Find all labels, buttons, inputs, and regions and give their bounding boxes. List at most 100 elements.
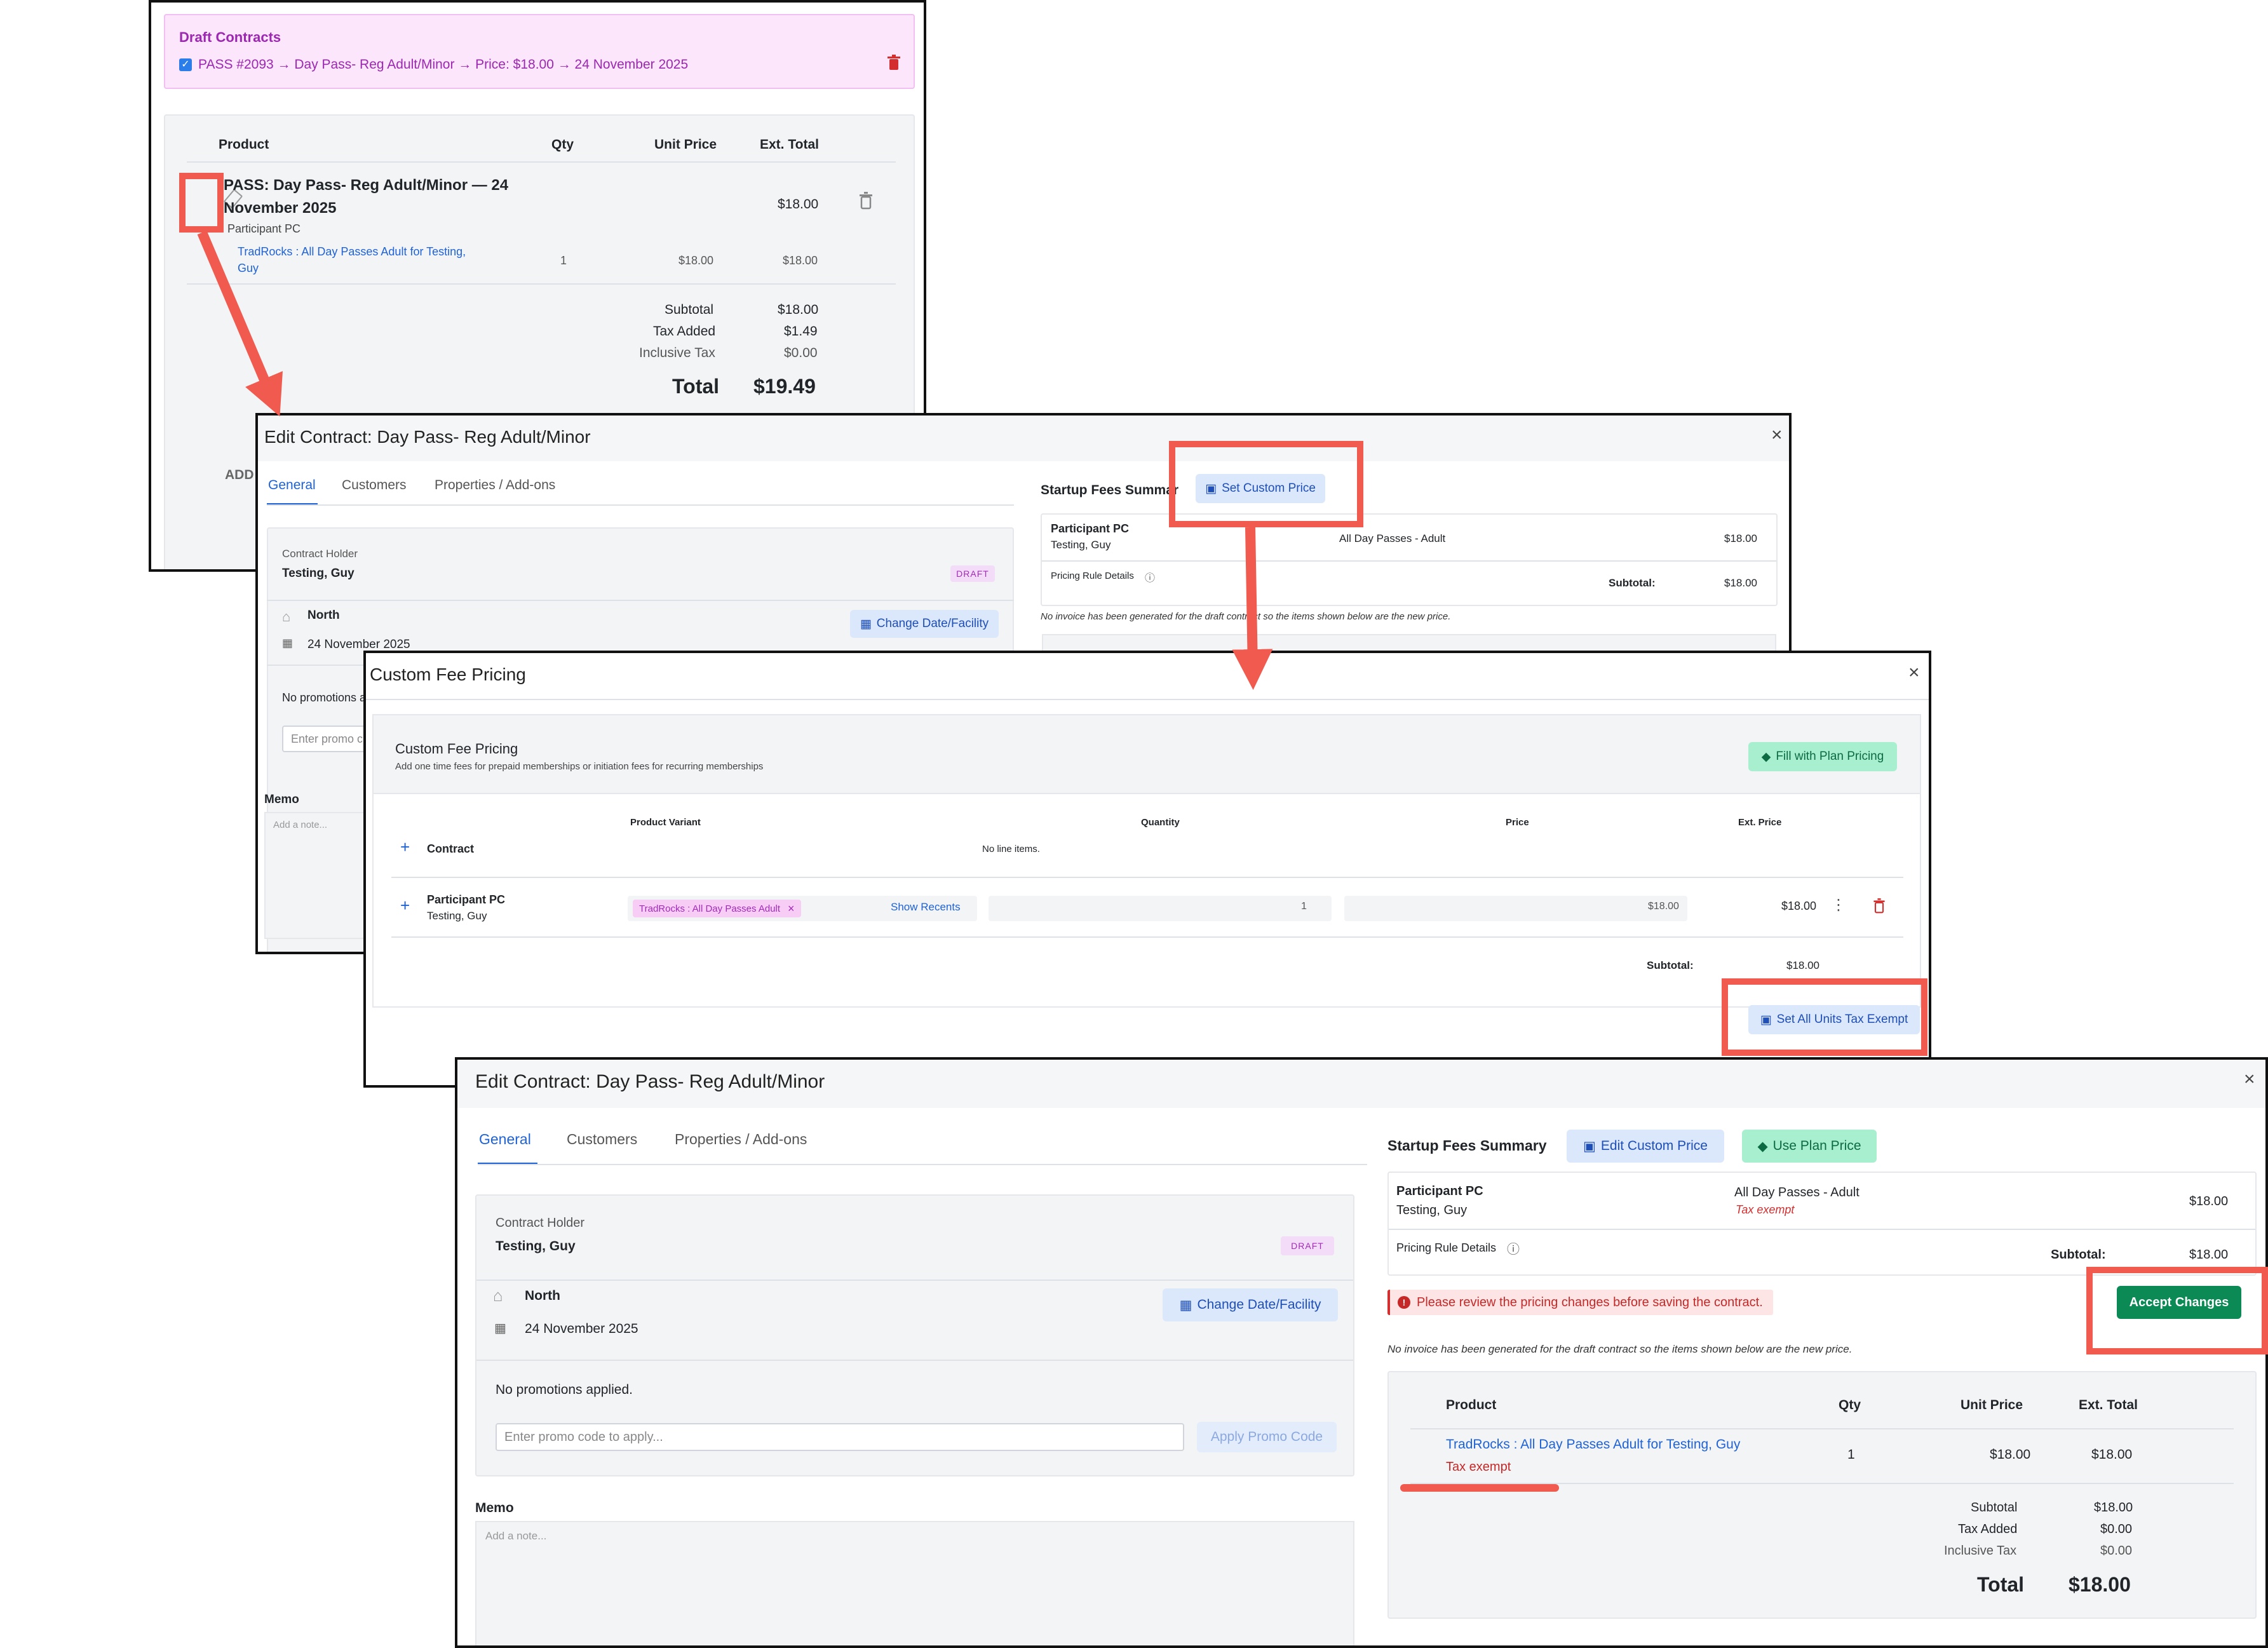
col-qty: Qty [551,137,574,152]
promo-code-input[interactable]: Enter promo code to apply... [496,1423,1184,1451]
quantity-input[interactable] [989,896,1332,921]
calendar-icon: ▦ [282,637,294,649]
line-item-link[interactable]: TradRocks : All Day Passes Adult for Tes… [238,245,466,259]
participant-label: Participant PC [1396,1184,1483,1198]
highlight-set-custom-price [1169,441,1363,527]
home-icon: ⌂ [493,1286,503,1305]
pass-amount: $18.00 [2189,1194,2229,1208]
subtotal-value: $18.00 [778,302,819,317]
custom-fee-title: Custom Fee Pricing [395,741,518,757]
subtotal-value: $18.00 [2189,1248,2229,1262]
participant-name: Testing, Guy [427,910,487,922]
draft-checkbox[interactable]: ✓ [179,58,192,71]
col-ext-total: Ext. Total [760,137,819,152]
quantity-value: 1 [1301,901,1307,912]
fill-with-plan-pricing-button[interactable]: ◆ Fill with Plan Pricing [1748,742,1897,771]
highlight-accept-changes [2086,1267,2268,1354]
line-tax-exempt: Tax exempt [1446,1460,1511,1474]
cube-icon: ◆ [1757,1138,1768,1154]
trash-icon[interactable] [1873,898,1886,917]
col-ext-total: Ext. Total [2079,1398,2138,1412]
line-item-link[interactable]: TradRocks : All Day Passes Adult for Tes… [1446,1437,1740,1452]
draft-contract-item[interactable]: PASS #2093 → Day Pass- Reg Adult/Minor →… [198,57,688,72]
contract-holder-name: Testing, Guy [496,1239,576,1253]
trash-icon[interactable] [859,192,873,214]
pricing-rule-details[interactable]: Pricing Rule Details [1051,571,1134,581]
subtotal-value: $18.00 [1724,577,1757,589]
price-value: $18.00 [1648,901,1679,912]
custom-fee-header [372,714,1921,794]
add-label[interactable]: ADD [225,468,254,483]
plus-icon[interactable]: + [400,837,410,857]
inclusive-tax-value: $0.00 [784,346,818,360]
col-ext-price: Ext. Price [1738,817,1782,828]
apply-promo-code-button[interactable]: Apply Promo Code [1197,1422,1337,1452]
memo-label: Memo [475,1501,514,1515]
subtotal-value: $18.00 [2094,1501,2133,1515]
alert-circle-icon: ! [1398,1296,1410,1309]
line-item-link-2[interactable]: Guy [238,262,259,275]
show-recents-link[interactable]: Show Recents [891,901,961,914]
participant-label: Participant PC [427,893,506,906]
draft-contracts-title: Draft Contracts [179,29,281,45]
memo-label: Memo [264,793,299,806]
tax-added-value: $1.49 [784,324,818,339]
tab-customers[interactable]: Customers [567,1131,637,1148]
total-value: $18.00 [2069,1573,2131,1596]
tab-customers[interactable]: Customers [342,478,407,493]
close-icon[interactable]: × [1771,424,1783,446]
tab-properties[interactable]: Properties / Add-ons [675,1131,807,1148]
close-icon[interactable]: × [1908,662,1920,684]
edit-custom-price-button[interactable]: ▣ Edit Custom Price [1567,1130,1724,1163]
kebab-menu-icon[interactable]: ⋮ [1831,896,1846,914]
status-badge: DRAFT [1281,1236,1334,1255]
modal-title: Custom Fee Pricing [370,665,526,684]
ext-price-value: $18.00 [1781,900,1817,912]
memo-textarea[interactable] [475,1521,1354,1645]
no-line-items: No line items. [982,844,1040,854]
subtotal-label: Subtotal [1971,1501,2018,1515]
price-input[interactable] [1344,896,1687,921]
memo-placeholder: Add a note... [485,1530,547,1542]
contract-date: 24 November 2025 [525,1321,638,1336]
change-date-facility-button[interactable]: ▦ Change Date/Facility [1163,1288,1338,1321]
col-product: Product [219,137,269,152]
close-icon[interactable]: × [2244,1069,2255,1090]
tax-added-value: $0.00 [2100,1522,2133,1536]
tab-general[interactable]: General [479,1131,531,1148]
calendar-icon: ▦ [860,617,872,631]
contract-date: 24 November 2025 [307,638,410,651]
help-circle-icon[interactable]: ⓘ [1507,1239,1520,1257]
line-unit-price: $18.00 [1990,1447,2031,1462]
calendar-icon: ▦ [1179,1297,1192,1313]
line-qty: 1 [560,254,567,267]
change-date-facility-button[interactable]: ▦ Change Date/Facility [850,610,999,638]
col-quantity: Quantity [1141,817,1180,828]
inclusive-tax-value: $0.00 [2100,1544,2133,1558]
remove-tag-icon[interactable]: × [788,902,795,915]
pricing-rule-details[interactable]: Pricing Rule Details [1396,1241,1496,1255]
product-title-line1: PASS: Day Pass- Reg Adult/Minor — 24 [224,177,509,194]
startup-fees-label: Startup Fees Summar [1041,483,1179,497]
tab-general[interactable]: General [268,478,316,493]
trash-icon[interactable] [887,55,901,76]
participant-name: Testing, Guy [1396,1203,1468,1217]
help-circle-icon[interactable]: ⓘ [1145,569,1155,584]
memo-placeholder: Add a note... [273,820,328,830]
col-product-variant: Product Variant [630,817,701,828]
plus-icon[interactable]: + [400,896,410,915]
invoice-note: No invoice has been generated for the dr… [1387,1343,1853,1355]
promotions-text: No promotions applied. [496,1382,633,1397]
use-plan-price-button[interactable]: ◆ Use Plan Price [1742,1130,1877,1163]
subtotal-label: Subtotal [665,302,714,317]
cube-icon: ◆ [1761,750,1771,764]
participant-name: Testing, Guy [1051,539,1111,551]
tax-added-label: Tax Added [1958,1522,2018,1536]
participant-label: Participant PC [1051,522,1130,535]
tab-properties[interactable]: Properties / Add-ons [435,478,555,493]
inclusive-tax-label: Inclusive Tax [1944,1544,2017,1558]
modal-title: Edit Contract: Day Pass- Reg Adult/Minor [264,427,591,447]
contract-row-label: Contract [427,842,475,855]
pass-amount: $18.00 [1724,532,1757,544]
startup-fees-label: Startup Fees Summary [1387,1137,1547,1154]
